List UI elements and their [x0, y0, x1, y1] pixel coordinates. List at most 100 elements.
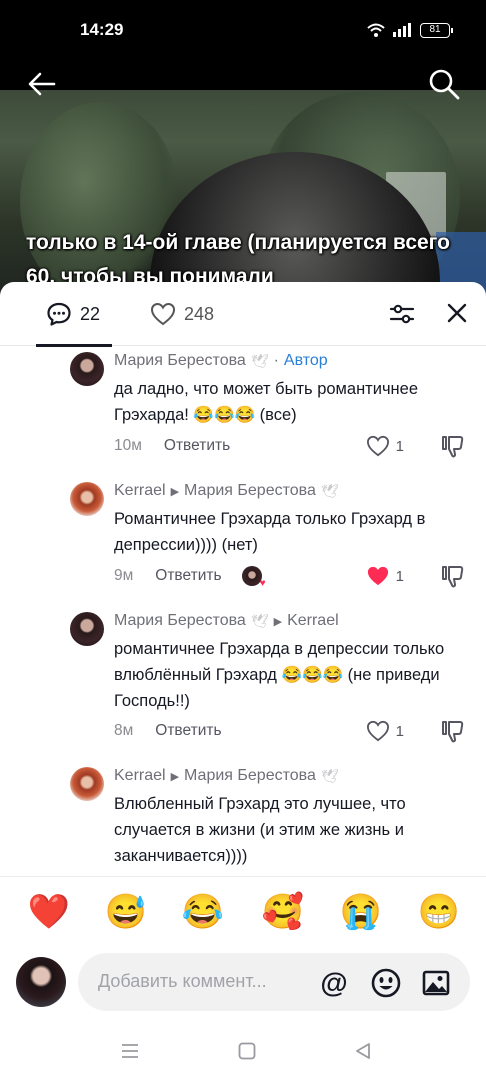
- comment-author-line: Kerrael ▶ Мария Берестова 🕊: [114, 765, 466, 787]
- battery-level: 81: [429, 23, 441, 35]
- comment-like-count: 1: [395, 722, 404, 740]
- comment-input-row: Добавить коммент... @: [0, 952, 486, 1012]
- reply-to-author[interactable]: Мария Берестова: [184, 767, 316, 785]
- search-icon[interactable]: [426, 66, 462, 102]
- image-picker-icon[interactable]: [420, 967, 452, 999]
- dislike-icon[interactable]: [440, 433, 466, 459]
- heart-outline-icon: [366, 435, 389, 457]
- reply-button[interactable]: Ответить: [155, 722, 221, 740]
- avatar[interactable]: [70, 612, 104, 646]
- comment-author[interactable]: Мария Берестова: [114, 352, 246, 370]
- avatar[interactable]: [70, 482, 104, 516]
- comment-input-placeholder: Добавить коммент...: [98, 971, 267, 991]
- reply-button[interactable]: Ответить: [164, 437, 230, 455]
- emoji-picker-icon[interactable]: [370, 967, 402, 999]
- author-badge: Автор: [283, 352, 328, 369]
- wifi-icon: [367, 23, 385, 37]
- creator-liked-avatar: ♥: [241, 566, 266, 589]
- comment-input[interactable]: Добавить коммент... @: [78, 953, 470, 1011]
- mention-at-glyph: @: [320, 967, 347, 998]
- comment-time: 10м: [114, 437, 142, 454]
- avatar[interactable]: [70, 767, 104, 801]
- divider: [0, 876, 486, 877]
- menu-nav-icon[interactable]: [119, 1040, 141, 1062]
- home-nav-icon[interactable]: [236, 1040, 258, 1062]
- comments-sheet: 22 248 Мария Берестова 🕊 · Автор да ладн…: [0, 282, 486, 1080]
- active-tab-indicator: [36, 344, 112, 347]
- heart-filled-icon: [367, 566, 388, 586]
- comment-text: Влюбленный Грэхард это лучшее, что случа…: [114, 795, 406, 865]
- battery-icon: 81: [420, 22, 453, 38]
- reply-arrow-icon: ▶: [273, 615, 283, 628]
- comment-body: Kerrael ▶ Мария Берестова 🕊 Влюбленный Г…: [114, 765, 466, 869]
- emoji-smiling-hearts[interactable]: 🥰: [261, 890, 305, 934]
- signal-icon: [393, 23, 411, 37]
- avatar[interactable]: [70, 352, 104, 386]
- comment-text: романтичнее Грэхарда в депрессии только …: [114, 640, 445, 710]
- separator-dot: ·: [273, 352, 279, 369]
- comment-text: Романтичнее Грэхарда только Грэхард в де…: [114, 510, 426, 554]
- comment-text: да ладно, что может быть романтичнее Грэ…: [114, 380, 419, 424]
- comment-item: Kerrael ▶ Мария Берестова 🕊 Романтичнее …: [70, 480, 470, 606]
- comment-author-line: Kerrael ▶ Мария Берестова 🕊: [114, 480, 466, 502]
- comment-meta: 9м Ответить ♥ 1: [114, 563, 466, 589]
- comment-author-line: Мария Берестова 🕊 ▶ Kerrael: [114, 610, 466, 632]
- dove-icon: 🕊: [320, 482, 339, 499]
- tab-comments[interactable]: 22: [36, 282, 112, 347]
- comment-item: Kerrael ▶ Мария Берестова 🕊 Влюбленный Г…: [70, 765, 470, 873]
- comment-like-count: 1: [395, 567, 404, 585]
- dislike-icon[interactable]: [440, 563, 466, 589]
- reply-to-author[interactable]: Kerrael: [287, 612, 339, 630]
- dove-icon: 🕊: [250, 612, 269, 629]
- dislike-icon[interactable]: [440, 718, 466, 744]
- comment-time: 9м: [114, 567, 134, 584]
- emoji-quick-bar: ❤️ 😅 😂 🥰 😭 😁: [0, 890, 486, 940]
- comment-bubble-icon: [47, 302, 71, 326]
- comment-meta: 8м Ответить 1: [114, 718, 466, 744]
- comment-like-button[interactable]: 1: [366, 720, 404, 742]
- comment-body: Kerrael ▶ Мария Берестова 🕊 Романтичнее …: [114, 480, 466, 558]
- emoji-crying[interactable]: 😭: [339, 890, 383, 934]
- back-nav-icon[interactable]: [352, 1040, 374, 1062]
- mention-at-icon[interactable]: @: [318, 967, 350, 999]
- emoji-sweat-smile[interactable]: 😅: [104, 890, 148, 934]
- reply-arrow-icon: ▶: [170, 485, 180, 498]
- status-time: 14:29: [80, 20, 124, 39]
- comment-item: Мария Берестова 🕊 ▶ Kerrael романтичнее …: [70, 610, 470, 760]
- video-preview[interactable]: только в 14-ой главе (планируется всего …: [0, 62, 486, 302]
- system-nav-bar: [0, 1030, 486, 1080]
- dove-icon: 🕊: [250, 352, 269, 369]
- comment-body: Мария Берестова 🕊 · Автор да ладно, что …: [114, 350, 466, 428]
- dove-icon: 🕊: [320, 767, 339, 784]
- comment-author[interactable]: Мария Берестова: [114, 612, 246, 630]
- comment-like-count: 1: [395, 437, 404, 455]
- heart-icon: [150, 302, 176, 326]
- reply-arrow-icon: ▶: [170, 770, 180, 783]
- emoji-joy[interactable]: 😂: [181, 890, 225, 934]
- comment-body: Мария Берестова 🕊 ▶ Kerrael романтичнее …: [114, 610, 466, 714]
- user-avatar: [16, 957, 66, 1007]
- comment-like-button[interactable]: 1: [366, 435, 404, 457]
- comment-time: 8м: [114, 722, 134, 739]
- reply-to-author[interactable]: Мария Берестова: [184, 482, 316, 500]
- status-bar: 14:29 81: [0, 0, 486, 62]
- likes-count: 248: [184, 303, 215, 324]
- close-icon[interactable]: [444, 300, 470, 326]
- tab-likes[interactable]: 248: [150, 282, 214, 346]
- comment-author[interactable]: Kerrael: [114, 767, 166, 785]
- back-arrow-icon[interactable]: [26, 68, 58, 100]
- comment-item: Мария Берестова 🕊 · Автор да ладно, что …: [70, 350, 470, 476]
- filter-sliders-icon[interactable]: [388, 300, 416, 328]
- comment-author[interactable]: Kerrael: [114, 482, 166, 500]
- heart-badge-icon: ♥: [259, 578, 266, 589]
- reply-button[interactable]: Ответить: [155, 567, 221, 585]
- heart-outline-icon: [366, 720, 389, 742]
- emoji-heart[interactable]: ❤️: [27, 890, 71, 934]
- emoji-grin[interactable]: 😁: [417, 890, 461, 934]
- comment-author-line: Мария Берестова 🕊 · Автор: [114, 350, 466, 372]
- comment-meta: 10м Ответить 1: [114, 433, 466, 459]
- status-icons: 81: [366, 22, 453, 38]
- comments-header: 22 248: [0, 282, 486, 347]
- comments-count: 22: [80, 303, 101, 324]
- comment-like-button[interactable]: 1: [366, 565, 404, 587]
